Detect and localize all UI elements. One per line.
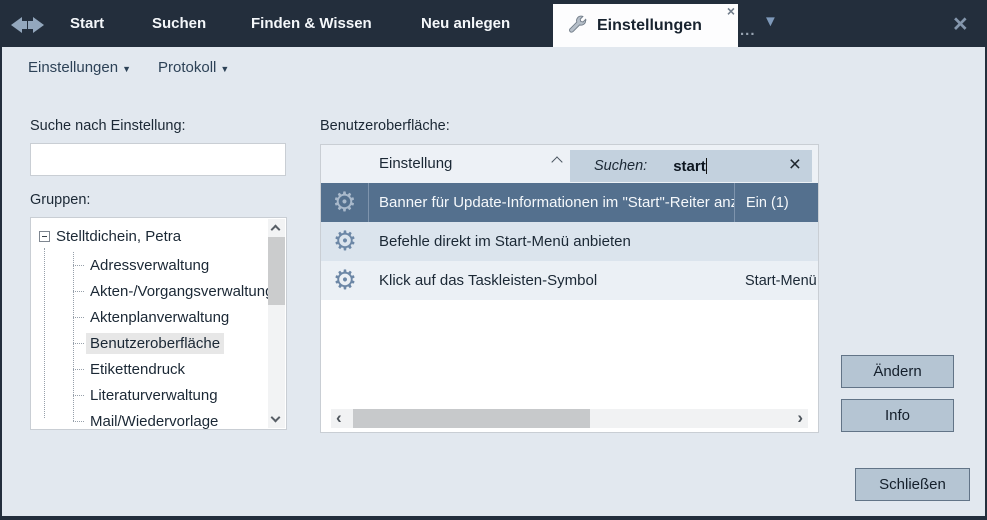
tree-item-mail-wiedervorlage[interactable]: Mail/Wiedervorlage [86,408,222,430]
collapse-expander-icon[interactable] [39,231,50,242]
setting-value: Ein (1) [734,183,818,222]
tree-guide-line [44,248,45,418]
menubar: Einstellungen ▼ Protokoll ▼ [28,59,229,76]
tree-item-label: Literaturverwaltung [86,385,222,406]
scroll-down-icon[interactable] [271,413,281,423]
tree-item-label: Aktenplanverwaltung [86,307,233,328]
tree-vertical-scrollbar[interactable] [268,219,285,428]
setting-value [734,222,818,261]
setting-value: Start-Menü [734,261,818,300]
setting-name: Klick auf das Taskleisten-Symbol [369,261,734,300]
tab-einstellungen-active[interactable]: Einstellungen × [553,4,738,47]
nav-arrows [11,17,44,33]
chevron-down-icon: ▼ [220,62,229,74]
menu-protokoll[interactable]: Protokoll ▼ [158,59,229,76]
settings-table: Einstellung Suchen: start × ⚙ Banner für… [320,144,819,433]
tree-item-label: Akten-/Vorgangsverwaltung [86,281,277,302]
tree-root-label: Stelltdichein, Petra [56,228,181,245]
wrench-icon [566,15,588,37]
settings-panel-label: Benutzeroberfläche: [320,118,450,134]
table-row[interactable]: ⚙ Banner für Update-Informationen im "St… [321,183,818,222]
tree-item-label: Mail/Wiedervorlage [86,411,222,431]
forward-arrow-icon[interactable] [33,17,44,33]
table-row[interactable]: ⚙ Befehle direkt im Start-Menü anbieten [321,222,818,261]
table-search-label: Suchen: [594,158,647,174]
table-row[interactable]: ⚙ Klick auf das Taskleisten-Symbol Start… [321,261,818,300]
tab-overflow-dots: ... [740,22,756,39]
menu-einstellungen-label: Einstellungen [28,59,118,76]
info-button[interactable]: Info [841,399,954,432]
setting-name: Befehle direkt im Start-Menü anbieten [369,222,734,261]
back-arrow-icon[interactable] [11,17,22,33]
table-horizontal-scrollbar[interactable]: ‹ › [331,409,808,428]
tree-item-akten-vorgangsverwaltung[interactable]: Akten-/Vorgangsverwaltung [86,278,277,304]
scroll-up-icon[interactable] [271,225,281,235]
content-area: Einstellungen ▼ Protokoll ▼ Suche nach E… [2,47,985,516]
tree-item-label: Benutzeroberfläche [86,333,224,354]
setting-name: Banner für Update-Informationen im "Star… [369,183,734,222]
tab-suchen[interactable]: Suchen [152,0,206,47]
groups-tree: Stelltdichein, Petra Adressverwaltung Ak… [30,217,287,430]
chevron-down-icon: ▼ [122,62,131,74]
menu-protokoll-label: Protokoll [158,59,216,76]
tree-item-etikettendruck[interactable]: Etikettendruck [86,356,189,382]
groups-label: Gruppen: [30,192,90,208]
text-cursor [706,158,707,174]
gear-icon: ⚙ [333,267,357,294]
scroll-left-icon[interactable]: ‹ [336,408,342,427]
tree-item-benutzeroberflaeche[interactable]: Benutzeroberfläche [86,330,224,356]
gear-icon: ⚙ [333,228,357,255]
settings-window: Start Suchen Finden & Wissen Neu anlegen… [0,0,987,520]
active-tab-label: Einstellungen [597,17,702,35]
menu-einstellungen[interactable]: Einstellungen ▼ [28,59,131,76]
window-close-icon[interactable]: × [953,10,968,39]
schliessen-button[interactable]: Schließen [855,468,970,501]
scrollbar-thumb[interactable] [268,237,285,305]
aendern-button[interactable]: Ändern [841,355,954,388]
tree-item-label: Adressverwaltung [86,255,213,276]
search-setting-input[interactable] [30,143,286,176]
tab-finden-wissen[interactable]: Finden & Wissen [251,0,372,47]
scrollbar-thumb[interactable] [353,409,590,428]
tree-item-label: Etikettendruck [86,359,189,380]
tab-dropdown-icon[interactable]: ▼ [763,13,778,30]
search-setting-label: Suche nach Einstellung: [30,118,186,134]
sort-ascending-icon[interactable] [551,156,562,167]
table-header[interactable]: Einstellung Suchen: start × [321,145,818,183]
column-header-einstellung[interactable]: Einstellung [379,155,452,172]
tab-close-icon[interactable]: × [727,4,735,18]
tree-item-aktenplanverwaltung[interactable]: Aktenplanverwaltung [86,304,233,330]
gear-icon: ⚙ [332,189,356,216]
table-search-box[interactable]: Suchen: start × [570,150,812,182]
clear-search-icon[interactable]: × [789,153,801,177]
table-search-text: start [673,158,706,175]
tree-item-literaturverwaltung[interactable]: Literaturverwaltung [86,382,222,408]
tree-root-item[interactable]: Stelltdichein, Petra [39,228,181,245]
tab-start[interactable]: Start [70,0,104,47]
table-search-value[interactable]: start [673,158,707,175]
scroll-right-icon[interactable]: › [797,408,803,427]
tree-item-adressverwaltung[interactable]: Adressverwaltung [86,252,213,278]
titlebar: Start Suchen Finden & Wissen Neu anlegen… [0,0,987,47]
tab-neu-anlegen[interactable]: Neu anlegen [421,0,510,47]
